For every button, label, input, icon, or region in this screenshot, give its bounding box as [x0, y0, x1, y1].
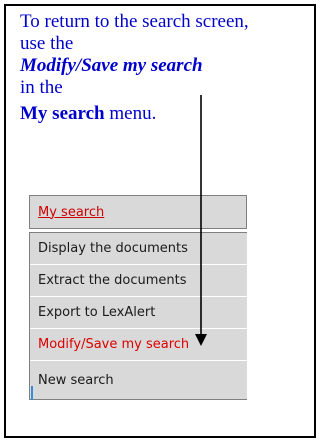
instruction-line-2: use the	[20, 33, 74, 54]
menu-item-display-documents[interactable]: Display the documents	[30, 233, 247, 265]
instruction-line-5: My search menu.	[20, 103, 312, 125]
menu-item-extract-documents[interactable]: Extract the documents	[30, 265, 247, 297]
menu-item-export-lexalert[interactable]: Export to LexAlert	[30, 297, 247, 329]
instruction-menu-name: My search	[20, 103, 105, 124]
instruction-line-1: To return to the search screen,	[20, 11, 249, 32]
instruction-line-5-rest: menu.	[104, 103, 157, 124]
menu-header-my-search[interactable]: My search	[29, 195, 247, 229]
text-cursor-mark	[31, 386, 33, 400]
my-search-menu: My search Display the documents Extract …	[29, 195, 247, 400]
menu-item-new-search[interactable]: New search	[30, 361, 247, 399]
menu-list: Display the documents Extract the docume…	[29, 232, 247, 400]
instruction-line-4: in the	[20, 77, 63, 98]
menu-item-modify-save-search[interactable]: Modify/Save my search	[30, 329, 247, 361]
instruction-command-name: Modify/Save my search	[20, 55, 203, 76]
instruction-text: To return to the search screen, use the …	[20, 11, 312, 125]
menu-header-label: My search	[38, 204, 105, 220]
